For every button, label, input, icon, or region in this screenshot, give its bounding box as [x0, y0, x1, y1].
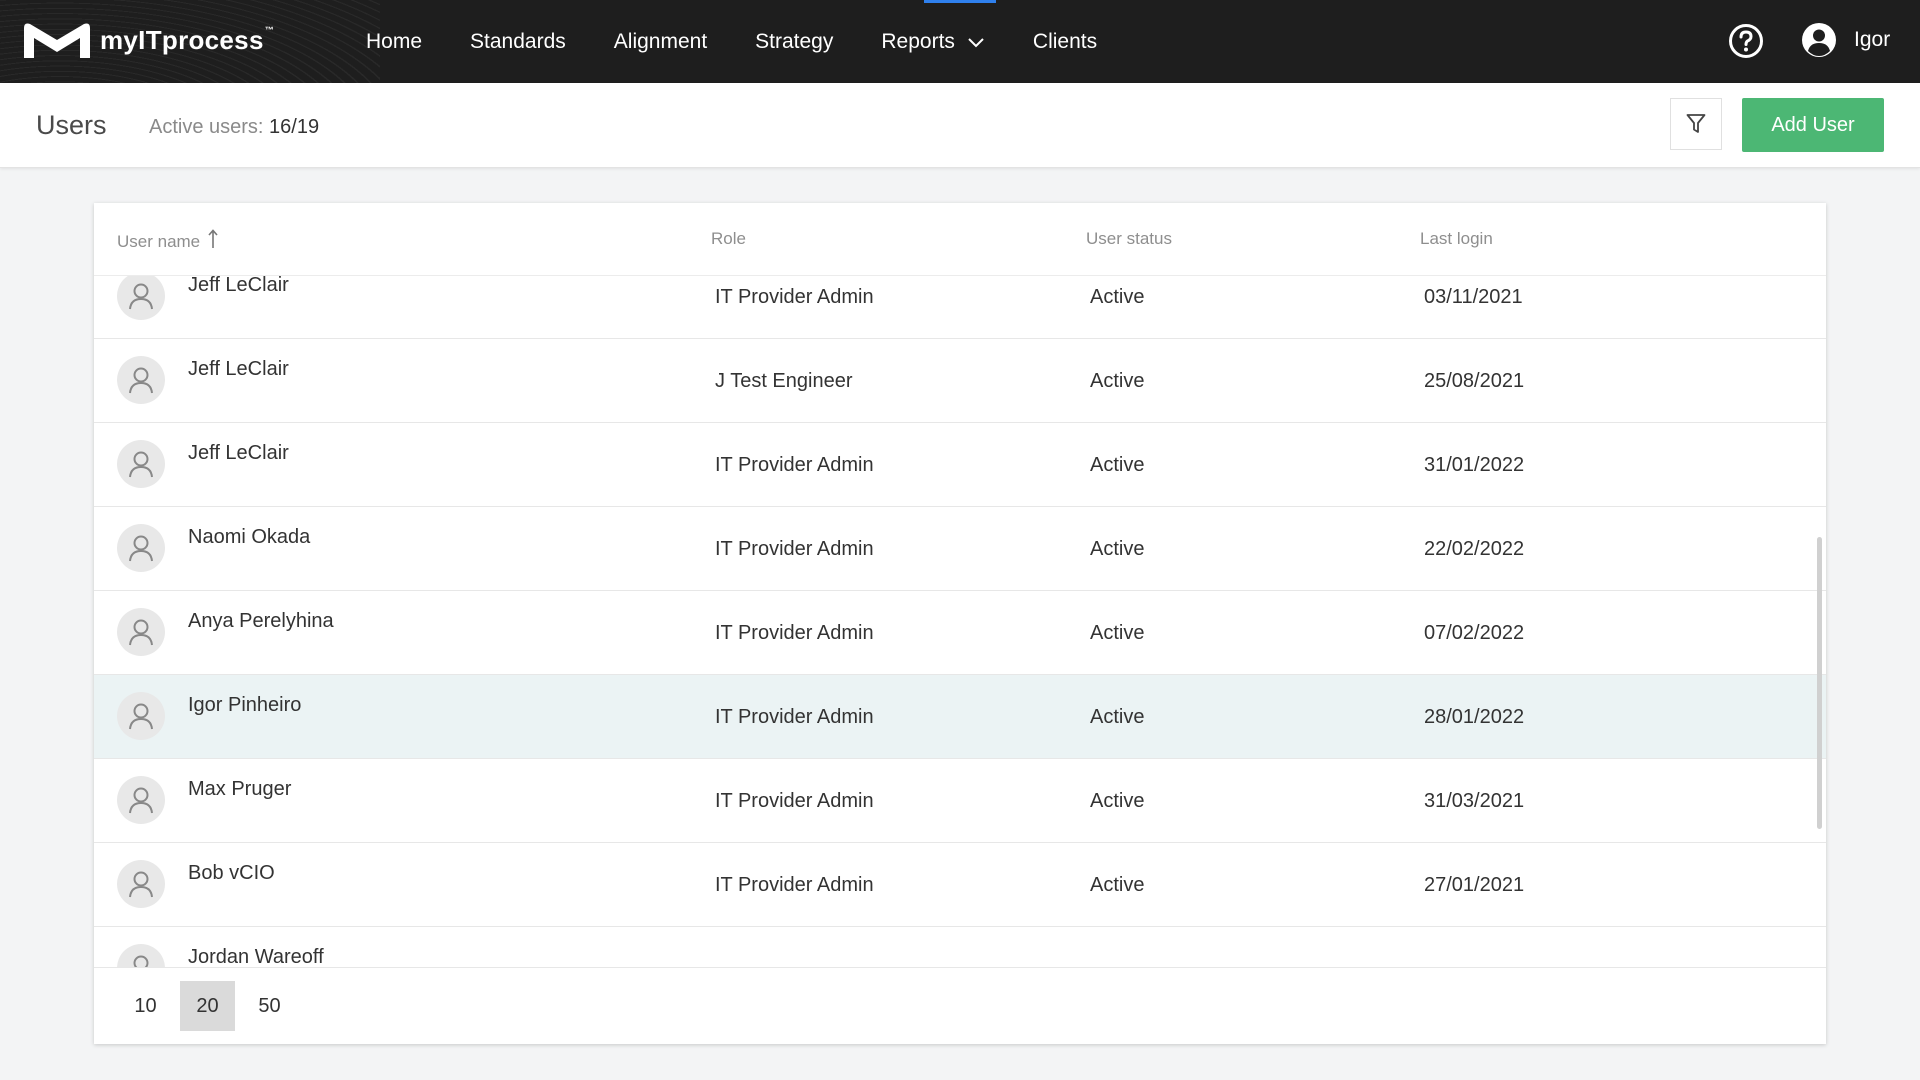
role-cell: IT Provider Admin: [715, 286, 874, 308]
table-row[interactable]: Max Pruger IT Provider Admin Active 31/0…: [94, 759, 1826, 843]
status-cell: Active: [1090, 706, 1145, 728]
top-navigation-bar: myITprocess™ Home Standards Alignment St…: [0, 0, 1920, 83]
table-header: User name Role User status Last login: [94, 203, 1826, 276]
table-row[interactable]: Jordan Wareoff: [94, 927, 1826, 967]
last-login-cell: 22/02/2022: [1424, 538, 1525, 560]
table-row[interactable]: Jeff LeClair J Test Engineer Active 25/0…: [94, 339, 1826, 423]
user-name-cell: Jeff LeClair: [188, 442, 289, 464]
page-size-10[interactable]: 10: [118, 981, 173, 1031]
status-cell: Active: [1090, 874, 1145, 896]
role-cell: IT Provider Admin: [715, 454, 874, 476]
user-name-cell: Naomi Okada: [188, 526, 311, 548]
page-size-20[interactable]: 20: [180, 981, 235, 1031]
table-row[interactable]: Anya Perelyhina IT Provider Admin Active…: [94, 591, 1826, 675]
user-icon: [129, 619, 153, 646]
table-scrollbar[interactable]: [1817, 537, 1822, 829]
column-header-last-login[interactable]: Last login: [1420, 229, 1493, 249]
nav-clients[interactable]: Clients: [1033, 30, 1097, 54]
user-name-cell: Igor Pinheiro: [188, 694, 302, 716]
sort-ascending-icon: [208, 229, 218, 248]
nav-strategy[interactable]: Strategy: [755, 30, 833, 54]
user-name-cell: Max Pruger: [188, 778, 292, 800]
active-users-count: Active users: 16/19: [149, 116, 320, 138]
column-header-user-status[interactable]: User status: [1086, 229, 1172, 249]
last-login-cell: 31/03/2021: [1424, 790, 1525, 812]
status-cell: Active: [1090, 790, 1145, 812]
user-icon: [129, 871, 153, 898]
status-cell: Active: [1090, 538, 1145, 560]
status-cell: Active: [1090, 286, 1145, 308]
main-nav: Home Standards Alignment Strategy Report…: [366, 0, 1145, 83]
nav-home[interactable]: Home: [366, 30, 422, 54]
last-login-cell: 03/11/2021: [1424, 286, 1523, 308]
column-header-user-name[interactable]: User name: [117, 229, 218, 252]
status-cell: Active: [1090, 454, 1145, 476]
user-name-cell: Jeff LeClair: [188, 358, 289, 380]
avatar: [117, 776, 165, 824]
table-row[interactable]: Bob vCIO IT Provider Admin Active 27/01/…: [94, 843, 1826, 927]
user-name-cell: Anya Perelyhina: [188, 610, 334, 632]
status-cell: Active: [1090, 370, 1145, 392]
filter-button[interactable]: [1670, 98, 1722, 150]
last-login-cell: 07/02/2022: [1424, 622, 1525, 644]
filter-icon: [1686, 114, 1706, 133]
avatar: [117, 692, 165, 740]
app-logo[interactable]: myITprocess™: [22, 20, 274, 60]
role-cell: IT Provider Admin: [715, 706, 874, 728]
last-login-cell: 28/01/2022: [1424, 706, 1525, 728]
avatar: [117, 356, 165, 404]
user-name: Igor: [1854, 28, 1891, 51]
avatar: [117, 944, 165, 967]
last-login-cell: 25/08/2021: [1424, 370, 1525, 392]
page-size-50[interactable]: 50: [242, 981, 297, 1031]
table-body[interactable]: Jeff LeClair IT Provider Admin Active 03…: [94, 275, 1826, 967]
role-cell: IT Provider Admin: [715, 538, 874, 560]
avatar: [117, 440, 165, 488]
role-cell: IT Provider Admin: [715, 790, 874, 812]
avatar: [117, 608, 165, 656]
user-icon: [129, 535, 153, 562]
role-cell: IT Provider Admin: [715, 874, 874, 896]
user-icon: [129, 787, 153, 814]
user-name-cell: Jordan Wareoff: [188, 946, 324, 967]
pagination-bar: 10 20 50: [94, 967, 1826, 1044]
page-toolbar: Users Active users: 16/19 Add User: [0, 83, 1920, 168]
chevron-down-icon: [968, 37, 984, 47]
status-cell: Active: [1090, 622, 1145, 644]
role-cell: J Test Engineer: [715, 370, 853, 392]
m-logo-icon: [24, 23, 90, 58]
user-icon: [129, 283, 153, 310]
user-icon: [129, 451, 153, 478]
user-name-cell: Bob vCIO: [188, 862, 275, 884]
user-icon: [133, 955, 149, 967]
table-row[interactable]: Jeff LeClair IT Provider Admin Active 03…: [94, 275, 1826, 339]
table-row[interactable]: Jeff LeClair IT Provider Admin Active 31…: [94, 423, 1826, 507]
table-row-highlighted[interactable]: Igor Pinheiro IT Provider Admin Active 2…: [94, 675, 1826, 759]
users-table-card: User name Role User status Last login Je…: [94, 203, 1826, 1044]
nav-standards[interactable]: Standards: [470, 30, 566, 54]
user-icon: [129, 367, 153, 394]
column-header-role[interactable]: Role: [711, 229, 746, 249]
add-user-button[interactable]: Add User: [1742, 98, 1884, 152]
logo-text: myITprocess™: [100, 24, 275, 55]
table-row[interactable]: Naomi Okada IT Provider Admin Active 22/…: [94, 507, 1826, 591]
nav-alignment[interactable]: Alignment: [614, 30, 707, 54]
page-title: Users: [36, 110, 107, 140]
user-circle-icon: [1802, 23, 1836, 57]
user-icon: [129, 703, 153, 730]
avatar: [117, 524, 165, 572]
avatar: [117, 275, 165, 320]
help-circle-icon[interactable]: [1728, 23, 1764, 59]
last-login-cell: 27/01/2021: [1424, 874, 1525, 896]
user-name-cell: Jeff LeClair: [188, 275, 289, 296]
role-cell: IT Provider Admin: [715, 622, 874, 644]
nav-reports[interactable]: Reports: [881, 30, 985, 54]
last-login-cell: 31/01/2022: [1424, 454, 1525, 476]
avatar: [117, 860, 165, 908]
user-menu[interactable]: Igor: [1800, 21, 1890, 59]
